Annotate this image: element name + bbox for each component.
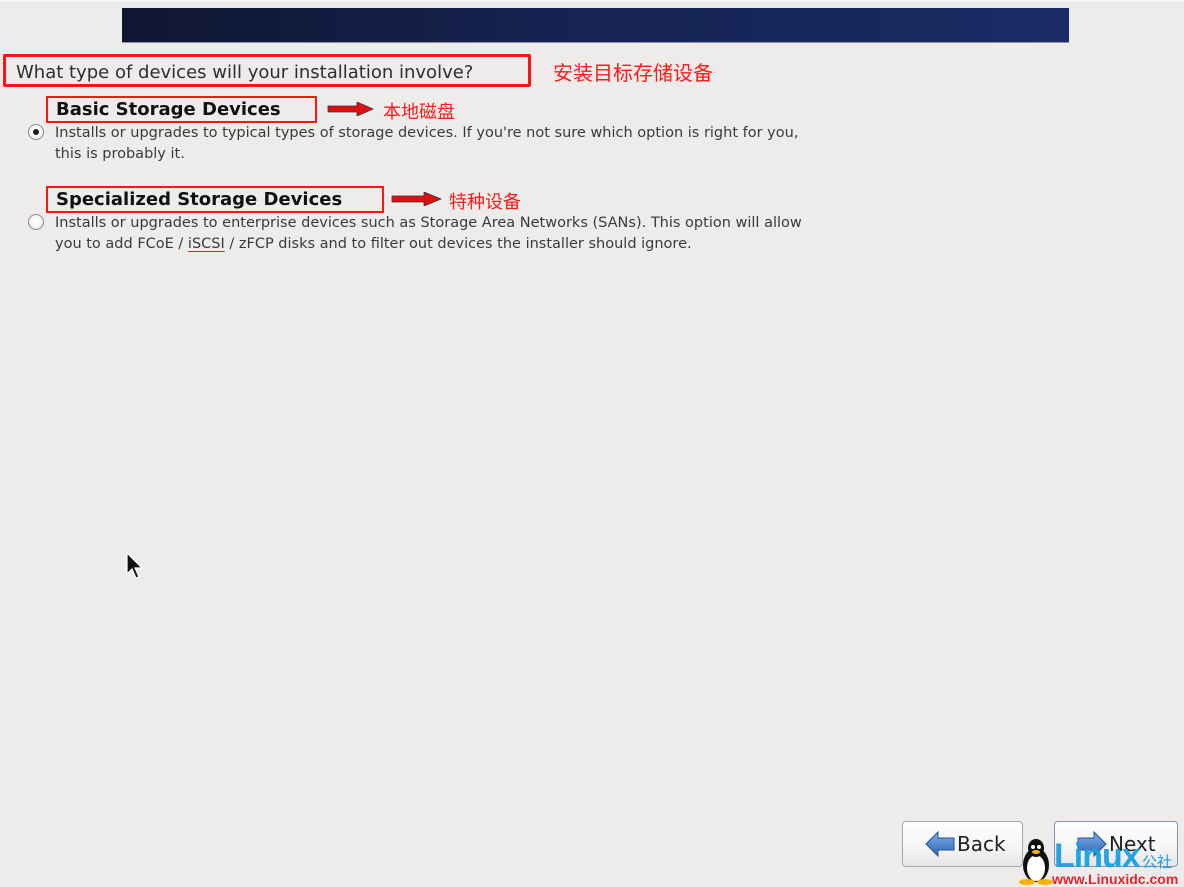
header-banner: [122, 8, 1069, 43]
mouse-pointer-icon: [126, 552, 144, 579]
annotation-question-label: 安装目标存储设备: [553, 61, 713, 85]
annotation-specialized-label: 特种设备: [449, 192, 521, 213]
watermark-logo-cn: 公社: [1142, 853, 1173, 871]
desc-text: you to add FCoE /: [55, 236, 188, 252]
watermark: Linux 公社 www.Linuxidc.com: [1018, 835, 1184, 887]
option-desc-specialized-line1: Installs or upgrades to enterprise devic…: [55, 215, 802, 231]
annotation-basic-label: 本地磁盘: [383, 102, 455, 123]
arrow-right-icon: [391, 192, 443, 206]
radio-basic-storage[interactable]: [28, 124, 44, 140]
option-desc-basic-line2: this is probably it.: [55, 146, 185, 162]
desc-term-iscsi: iSCSI: [187, 236, 225, 252]
back-button[interactable]: Back: [902, 821, 1023, 867]
option-title-specialized[interactable]: Specialized Storage Devices: [56, 189, 342, 210]
window-top-border: [0, 0, 1184, 2]
page-question: What type of devices will your installat…: [16, 62, 474, 83]
option-title-basic[interactable]: Basic Storage Devices: [56, 99, 281, 120]
arrow-left-icon: [925, 831, 955, 857]
option-desc-specialized-line2: you to add FCoE / iSCSI / zFCP disks and…: [55, 234, 692, 255]
back-button-label: Back: [957, 832, 1006, 856]
desc-text: / zFCP disks and to filter out devices t…: [224, 236, 692, 252]
watermark-logo-text: Linux: [1054, 837, 1141, 875]
radio-specialized-storage[interactable]: [28, 214, 44, 230]
penguin-logo-icon: [1019, 839, 1053, 885]
radio-selected-dot: [33, 129, 39, 135]
option-desc-basic-line1: Installs or upgrades to typical types of…: [55, 125, 799, 141]
arrow-right-icon: [327, 102, 374, 116]
